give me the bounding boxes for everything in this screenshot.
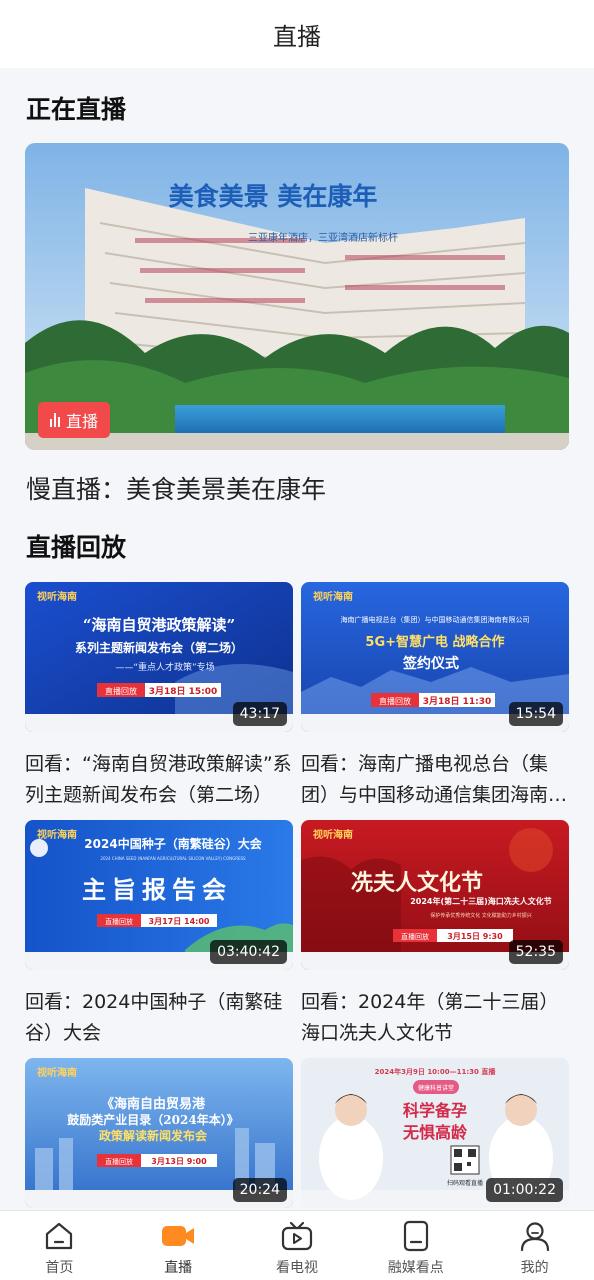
poster-line: 无惧高龄 [402,1123,468,1142]
poster-tag: 直播回放 [401,932,429,941]
duration-badge: 15:54 [508,702,563,726]
duration-badge: 01:00:22 [486,1178,563,1202]
poster-line: 冼夫人文化节 [351,870,483,896]
poster-date: 3月18日 11:30 [423,696,492,707]
replay-thumbnail: 2024年3月9日 10:00—11:30 直播 健康科普讲堂 科学备孕 无惧高… [301,1058,569,1208]
hero-poster-headline: 美食美景 美在康年 [169,182,378,211]
poster-line: 鼓励类产业目录（2024年本）》 [67,1112,238,1127]
replay-card-title: 回看：海南广播电视总台（集团）与中国移动通信集团海南有限公司 [301,753,568,806]
page-title: 直播 [273,22,321,51]
poster-line: 2024年(第二十三届)海口冼夫人文化节 [410,896,552,906]
tab-live-label: 直播 [164,1260,193,1276]
svg-text:视听海南: 视听海南 [313,828,353,841]
tab-home[interactable]: 首页 [0,1211,119,1280]
bottom-tab-bar: 首页 直播 看电视 融媒看点 我的 [0,1210,594,1280]
tab-live[interactable]: 直播 [119,1211,238,1280]
poster-line: 海南广播电视总台（集团）与中国移动通信集团海南有限公司 [341,615,530,624]
duration-badge: 20:24 [232,1178,287,1202]
poster-line: 扫码观看直播 [447,1179,483,1187]
tab-profile[interactable]: 我的 [475,1211,594,1280]
tab-media-label: 融媒看点 [387,1260,444,1276]
poster-line: 系列主题新闻发布会（第二场） [75,640,243,655]
poster-tag: 直播回放 [105,917,133,926]
poster-date: 3月17日 14:00 [149,917,210,926]
svg-text:视听海南: 视听海南 [37,1066,77,1079]
duration-badge: 52:35 [508,940,563,964]
poster-line: 健康科普讲堂 [418,1084,454,1092]
user-icon [517,1219,553,1253]
poster-line: 5G+智慧广电 战略合作 [365,634,504,650]
replay-card[interactable]: 视听海南 《海南自由贸易港 鼓励类产业目录（2024年本）》 政策解读新闻发布会… [25,1058,293,1208]
hero-poster-subline: 三亚康年酒店，三亚湾酒店新标杆 [248,231,398,244]
replay-card[interactable]: 视听海南 “海南自贸港政策解读” 系列主题新闻发布会（第二场） ——“重点人才政… [25,582,293,811]
home-icon [41,1219,77,1253]
replay-card[interactable]: 2024年3月9日 10:00—11:30 直播 健康科普讲堂 科学备孕 无惧高… [301,1058,569,1208]
replay-card[interactable]: 视听海南 冼夫人文化节 2024年(第二十三届)海口冼夫人文化节 保护传承优秀传… [301,820,569,1049]
poster-date: 3月15日 9:30 [447,932,503,941]
live-bars-icon [50,413,60,427]
replay-card-title: 回看：2024年（第二十三届）海口冼夫人文化节 [301,991,559,1044]
svg-text:视听海南: 视听海南 [313,590,353,603]
replay-card[interactable]: 视听海南 海南广播电视总台（集团）与中国移动通信集团海南有限公司 5G+智慧广电… [301,582,569,811]
poster-line: ——“重点人才政策”专场 [115,661,214,673]
poster-line: 《海南自由贸易港 [101,1096,206,1112]
replay-thumbnail: 视听海南 海南广播电视总台（集团）与中国移动通信集团海南有限公司 5G+智慧广电… [301,582,569,732]
document-icon [398,1219,434,1253]
replay-thumbnail: 视听海南 冼夫人文化节 2024年(第二十三届)海口冼夫人文化节 保护传承优秀传… [301,820,569,970]
duration-badge: 43:17 [232,702,287,726]
section-title-live-now: 正在直播 [26,95,127,124]
tab-tv-label: 看电视 [275,1260,318,1276]
poster-tag: 直播回放 [379,696,411,706]
replay-card-title: 回看：2024中国种子（南繁硅谷）大会 [25,991,283,1044]
replay-card[interactable]: 视听海南 2024中国种子（南繁硅谷）大会 2024 CHINA SEED (N… [25,820,293,1049]
live-badge: 直播 [38,402,111,438]
section-title-replay: 直播回放 [26,533,127,562]
live-camera-icon [160,1219,196,1253]
poster-line: 保护传承优秀传统文化 文化赋能助力乡村振兴 [430,912,532,919]
tab-media-highlights[interactable]: 融媒看点 [356,1211,475,1280]
poster-line: 政策解读新闻发布会 [99,1128,208,1143]
tab-tv[interactable]: 看电视 [238,1211,357,1280]
poster-date: 3月13日 9:00 [151,1157,207,1166]
svg-text:视听海南: 视听海南 [37,590,77,603]
replay-thumbnail: 视听海南 “海南自贸港政策解读” 系列主题新闻发布会（第二场） ——“重点人才政… [25,582,293,732]
poster-date: 3月18日 15:00 [149,686,218,697]
replay-card-title: 回看：“海南自贸港政策解读”系列主题新闻发布会（第二场） [25,753,292,806]
poster-line: “海南自贸港政策解读” [83,616,235,634]
poster-line: 2024 CHINA SEED (NANFAN AGRICULTURAL SIL… [100,856,246,861]
live-hero-card[interactable]: 美食美景 美在康年 三亚康年酒店，三亚湾酒店新标杆 直播 [25,143,569,450]
duration-badge: 03:40:42 [210,940,287,964]
poster-line: 2024年3月9日 10:00—11:30 直播 [375,1067,497,1076]
tab-profile-label: 我的 [520,1260,549,1276]
poster-tag: 直播回放 [105,1157,133,1166]
replay-thumbnail: 视听海南 2024中国种子（南繁硅谷）大会 2024 CHINA SEED (N… [25,820,293,970]
poster-line: 2024中国种子（南繁硅谷）大会 [84,836,262,851]
live-caption[interactable]: 慢直播：美食美景美在康年 [26,470,326,506]
poster-line: 主旨报告会 [82,876,232,904]
top-bar: 直播 [0,0,594,68]
poster-line: 签约仪式 [402,655,459,672]
tv-icon [279,1219,315,1253]
live-badge-label: 直播 [66,412,99,431]
replay-thumbnail: 视听海南 《海南自由贸易港 鼓励类产业目录（2024年本）》 政策解读新闻发布会… [25,1058,293,1208]
poster-tag: 直播回放 [105,686,137,696]
tab-home-label: 首页 [45,1260,74,1276]
poster-line: 科学备孕 [403,1101,467,1120]
svg-text:视听海南: 视听海南 [37,828,77,841]
